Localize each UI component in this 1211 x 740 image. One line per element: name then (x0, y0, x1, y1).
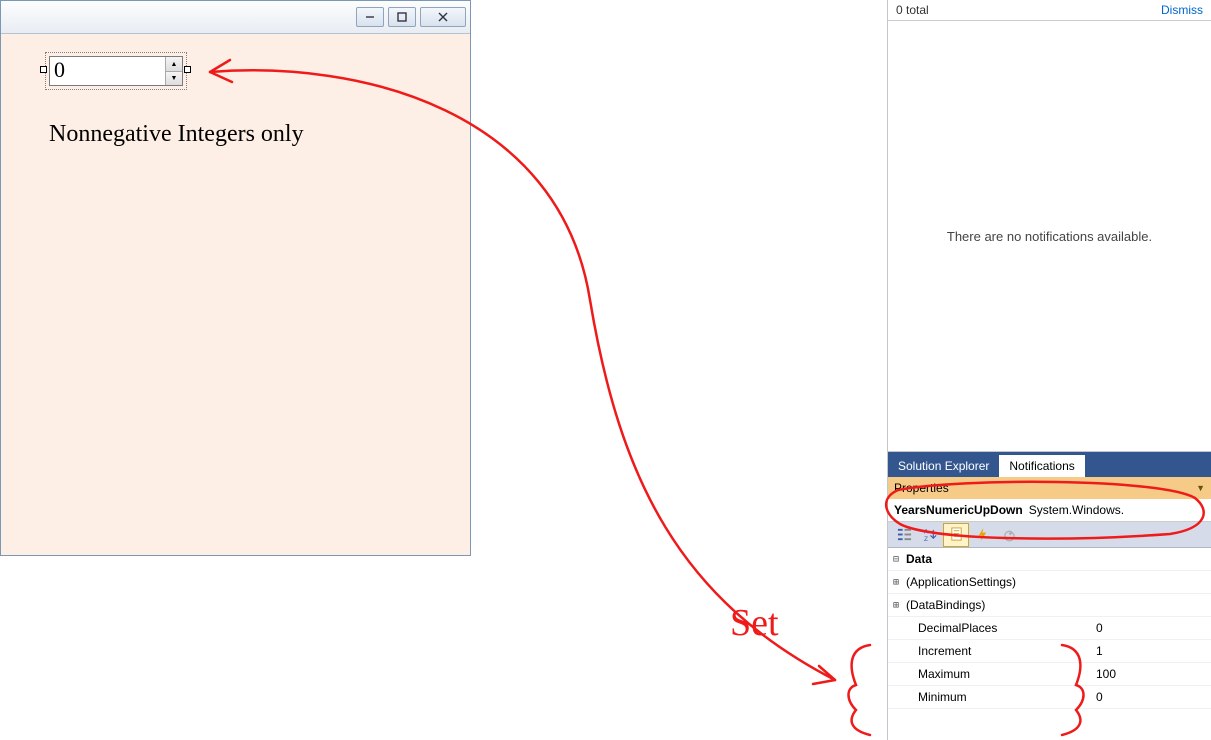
property-value[interactable]: 100 (1090, 667, 1211, 681)
annotation-set-text: Set (730, 602, 779, 644)
properties-object-selector[interactable]: YearsNumericUpDown System.Windows. (888, 499, 1211, 522)
tab-solution-explorer[interactable]: Solution Explorer (888, 455, 999, 477)
properties-icon[interactable] (943, 523, 969, 547)
years-numeric-updown[interactable]: 0 ▲ ▼ (49, 56, 183, 86)
maximize-button[interactable] (388, 7, 416, 27)
notifications-dismiss-link[interactable]: Dismiss (1161, 3, 1203, 17)
categorized-icon[interactable] (891, 523, 917, 547)
property-value[interactable]: 0 (1090, 690, 1211, 704)
expand-icon[interactable]: ⊞ (888, 600, 904, 611)
notifications-summary-bar: 0 total Dismiss (888, 0, 1211, 21)
svg-text:A: A (923, 529, 928, 536)
property-minimum[interactable]: . Minimum 0 (888, 686, 1211, 709)
svg-text:Z: Z (923, 536, 927, 542)
nonnegative-label: Nonnegative Integers only (49, 121, 304, 148)
minimize-button[interactable] (356, 7, 384, 27)
collapse-icon[interactable]: ⊟ (888, 554, 904, 565)
notifications-empty-area: There are no notifications available. (888, 21, 1211, 452)
close-button[interactable] (420, 7, 466, 27)
designer-form-window: 0 ▲ ▼ Nonnegative Integers only (0, 0, 471, 556)
panel-tabstrip: Solution Explorer Notifications (888, 452, 1211, 477)
notifications-total: 0 total (896, 3, 929, 17)
right-panel-container: 0 total Dismiss There are no notificatio… (887, 0, 1211, 740)
expand-icon[interactable]: ⊞ (888, 577, 904, 588)
spinner-up-icon[interactable]: ▲ (166, 57, 182, 72)
properties-grid[interactable]: ⊟ Data ⊞ (ApplicationSettings) ⊞ (DataBi… (888, 548, 1211, 740)
alphabetical-icon[interactable]: AZ (917, 523, 943, 547)
properties-dropdown-icon[interactable]: ▼ (1196, 483, 1205, 493)
property-value[interactable]: 1 (1090, 644, 1211, 658)
tab-notifications[interactable]: Notifications (999, 455, 1084, 477)
property-data-bindings[interactable]: ⊞ (DataBindings) (888, 594, 1211, 617)
properties-object-name: YearsNumericUpDown (894, 503, 1023, 517)
property-maximum[interactable]: . Maximum 100 (888, 663, 1211, 686)
form-titlebar (1, 1, 470, 34)
numeric-spinner[interactable]: ▲ ▼ (165, 57, 182, 85)
properties-panel-header[interactable]: Properties ▼ (888, 477, 1211, 499)
events-icon[interactable] (969, 523, 995, 547)
resize-handle-left[interactable] (40, 66, 47, 73)
property-increment[interactable]: . Increment 1 (888, 640, 1211, 663)
properties-panel-title: Properties (894, 481, 949, 495)
property-pages-icon[interactable] (995, 523, 1021, 547)
notifications-empty-text: There are no notifications available. (947, 229, 1152, 244)
resize-handle-right[interactable] (184, 66, 191, 73)
property-decimal-places[interactable]: . DecimalPlaces 0 (888, 617, 1211, 640)
numeric-value[interactable]: 0 (50, 57, 165, 85)
properties-toolbar: AZ (888, 522, 1211, 548)
property-application-settings[interactable]: ⊞ (ApplicationSettings) (888, 571, 1211, 594)
property-category-data[interactable]: ⊟ Data (888, 548, 1211, 571)
properties-object-type: System.Windows. (1029, 503, 1124, 517)
spinner-down-icon[interactable]: ▼ (166, 72, 182, 86)
property-value[interactable]: 0 (1090, 621, 1211, 635)
